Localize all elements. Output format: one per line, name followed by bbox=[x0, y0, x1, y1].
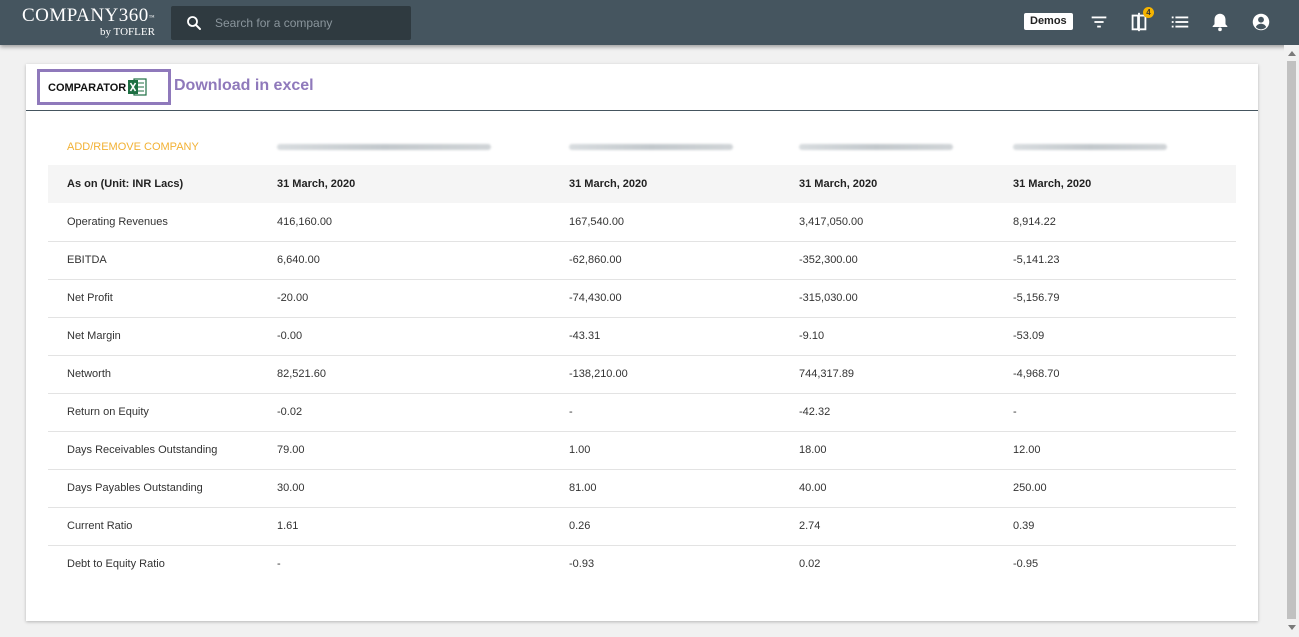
metric-value: 1.61 bbox=[257, 507, 551, 546]
table-row: Days Receivables Outstanding 79.00 1.00 18.… bbox=[48, 431, 1236, 470]
metric-value: 1.00 bbox=[551, 431, 781, 470]
scrollbar-thumb[interactable] bbox=[1287, 61, 1296, 619]
metric-value: 0.39 bbox=[999, 507, 1236, 546]
company-name-redacted[interactable] bbox=[799, 144, 953, 150]
metric-value: 0.02 bbox=[799, 558, 821, 571]
demos-button[interactable]: Demos bbox=[1024, 13, 1073, 30]
metric-value: - bbox=[277, 558, 281, 571]
metric-value: -138,210.00 bbox=[551, 355, 781, 394]
metric-value: -5,156.79 bbox=[999, 279, 1236, 318]
date-header: 31 March, 2020 bbox=[551, 165, 781, 203]
search-icon bbox=[187, 16, 201, 30]
table-row: Current Ratio 1.61 0.26 2.74 0.39 bbox=[48, 507, 1236, 546]
metric-value: - bbox=[999, 393, 1236, 432]
table-row: Networth 82,521.60 -138,210.00 744,317.89 -4… bbox=[48, 355, 1236, 394]
metric-value: 167,540.00 bbox=[551, 203, 781, 242]
download-excel-button[interactable]: COMPARATOR bbox=[37, 69, 171, 105]
metric-value: -43.31 bbox=[551, 317, 781, 356]
card-header: COMPARATOR Download in excel bbox=[26, 64, 1258, 111]
download-excel-note: Download in excel bbox=[174, 77, 314, 94]
metric-value: -0.95 bbox=[1013, 558, 1039, 571]
metric-value: -0.00 bbox=[257, 317, 551, 356]
metric-value: 3,417,050.00 bbox=[781, 203, 999, 242]
metric-value: 2.74 bbox=[781, 507, 999, 546]
table-row: Days Payables Outstanding 30.00 81.00 40.00… bbox=[48, 469, 1236, 508]
table-row: Return on Equity -0.02- -42.32- bbox=[48, 393, 1236, 432]
metric-value: -42.32 bbox=[781, 393, 999, 432]
top-bar: COMPANY360™ by TOFLER Demos 4 bbox=[0, 0, 1299, 45]
logo-sub-text: by TOFLER bbox=[100, 26, 155, 38]
date-header: 31 March, 2020 bbox=[781, 165, 999, 203]
bell-icon[interactable] bbox=[1209, 11, 1231, 33]
metric-value: -9.10 bbox=[781, 317, 999, 356]
metric-value: 6,640.00 bbox=[257, 241, 551, 280]
unit-header: As on (Unit: INR Lacs) bbox=[48, 165, 257, 203]
table-row: Net Margin -0.00 -43.31 -9.10 -53.09 bbox=[48, 317, 1236, 356]
excel-icon bbox=[128, 78, 147, 96]
metric-value: 18.00 bbox=[781, 431, 999, 470]
metric-value: 416,160.00 bbox=[257, 203, 551, 242]
company-name-redacted[interactable] bbox=[1013, 144, 1167, 150]
metric-label: Days Receivables Outstanding bbox=[48, 431, 257, 470]
metric-value: 12.00 bbox=[999, 431, 1236, 470]
filter-icon[interactable] bbox=[1088, 11, 1110, 33]
metric-value: -62,860.00 bbox=[551, 241, 781, 280]
metric-label: EBITDA bbox=[48, 241, 257, 280]
search-input[interactable] bbox=[215, 6, 405, 40]
metric-value: -53.09 bbox=[999, 317, 1236, 356]
metric-value: -0.93 bbox=[569, 558, 595, 571]
table-row: Operating Revenues 416,160.00 167,540.00 3,… bbox=[48, 203, 1236, 242]
metric-value: 250.00 bbox=[999, 469, 1236, 508]
metric-value: -5,141.23 bbox=[999, 241, 1236, 280]
metric-label: Debt to Equity Ratio bbox=[67, 558, 165, 571]
metric-value: -74,430.00 bbox=[551, 279, 781, 318]
metric-value: 8,914.22 bbox=[999, 203, 1236, 242]
account-circle-icon[interactable] bbox=[1250, 11, 1272, 33]
metric-value: 0.26 bbox=[551, 507, 781, 546]
metric-label: Networth bbox=[48, 355, 257, 394]
scroll-down-arrow-icon[interactable] bbox=[1288, 625, 1296, 630]
metric-value: 82,521.60 bbox=[257, 355, 551, 394]
scroll-up-arrow-icon[interactable] bbox=[1288, 51, 1296, 56]
logo-main-text: COMPANY360 bbox=[22, 5, 149, 26]
page-scrollbar[interactable] bbox=[1284, 45, 1299, 637]
metric-value: -20.00 bbox=[257, 279, 551, 318]
metric-value: -315,030.00 bbox=[781, 279, 999, 318]
table-row: EBITDA 6,640.00 -62,860.00 -352,300.00 -5,14… bbox=[48, 241, 1236, 280]
metric-label: Net Margin bbox=[48, 317, 257, 356]
metric-value: 744,317.89 bbox=[781, 355, 999, 394]
search-box[interactable] bbox=[171, 6, 411, 40]
company-name-redacted[interactable] bbox=[569, 144, 733, 150]
metric-label: Return on Equity bbox=[48, 393, 257, 432]
metric-value: - bbox=[551, 393, 781, 432]
date-header: 31 March, 2020 bbox=[999, 165, 1236, 203]
company360-logo[interactable]: COMPANY360™ by TOFLER bbox=[22, 5, 162, 41]
metric-value: -352,300.00 bbox=[781, 241, 999, 280]
comparator-card: COMPARATOR Download in excel ADD/REMOVE … bbox=[26, 64, 1258, 621]
add-remove-company-link[interactable]: ADD/REMOVE COMPANY bbox=[67, 141, 199, 153]
date-header: 31 March, 2020 bbox=[257, 165, 551, 203]
list-icon[interactable] bbox=[1169, 11, 1191, 33]
metric-value: -0.02 bbox=[257, 393, 551, 432]
company-name-redacted[interactable] bbox=[277, 144, 491, 150]
compare-count-badge: 4 bbox=[1143, 7, 1154, 18]
comparator-title: COMPARATOR bbox=[48, 82, 127, 94]
comparison-table: ADD/REMOVE COMPANY As on (Unit: INR Lacs… bbox=[48, 129, 1236, 583]
metric-value: 40.00 bbox=[781, 469, 999, 508]
table-row: Debt to Equity Ratio - -0.93 0.02 -0.95 bbox=[48, 545, 1236, 583]
metric-value: -4,968.70 bbox=[999, 355, 1236, 394]
table-header-row: As on (Unit: INR Lacs) 31 March, 2020 31… bbox=[48, 165, 1236, 203]
logo-trademark: ™ bbox=[148, 15, 156, 21]
company-row: ADD/REMOVE COMPANY bbox=[48, 129, 1236, 165]
metric-label: Days Payables Outstanding bbox=[48, 469, 257, 508]
metric-value: 79.00 bbox=[257, 431, 551, 470]
metric-label: Net Profit bbox=[48, 279, 257, 318]
table-row: Net Profit -20.00 -74,430.00 -315,030.00 -5,… bbox=[48, 279, 1236, 318]
metric-value: 81.00 bbox=[551, 469, 781, 508]
metric-value: 30.00 bbox=[257, 469, 551, 508]
metric-label: Operating Revenues bbox=[48, 203, 257, 242]
metric-label: Current Ratio bbox=[48, 507, 257, 546]
